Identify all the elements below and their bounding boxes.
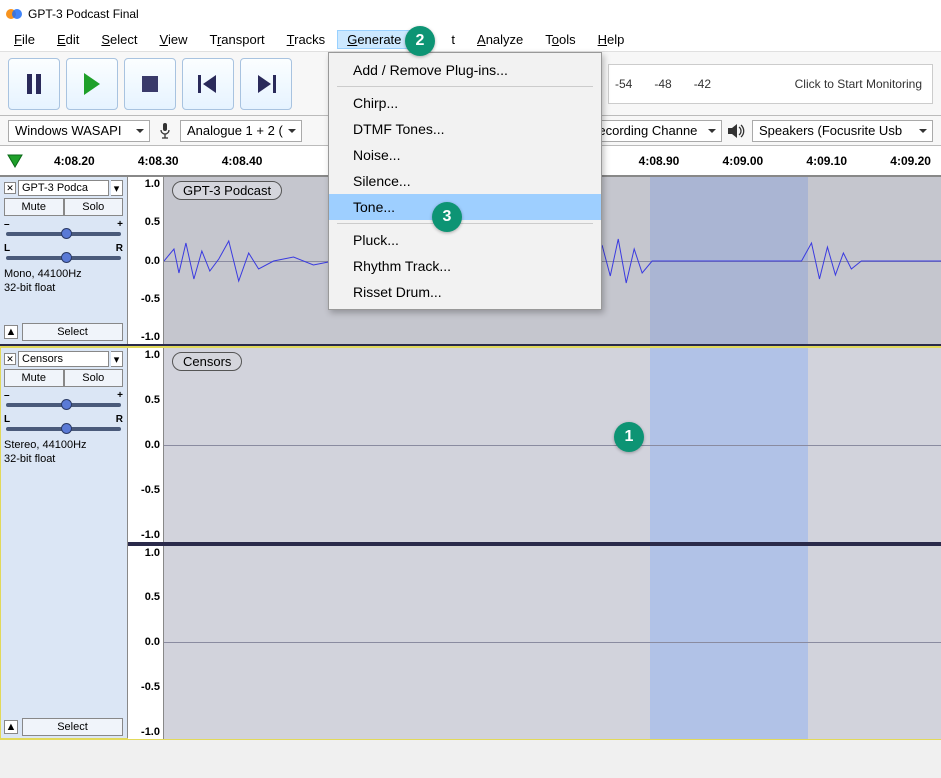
annotation-marker-3: 3 (432, 202, 462, 232)
track-format: Mono, 44100Hz (4, 267, 123, 281)
audio-host-combo[interactable]: Windows WASAPI (8, 120, 150, 142)
track-bitdepth: 32-bit float (4, 452, 123, 466)
skip-start-button[interactable] (182, 58, 234, 110)
menu-tracks[interactable]: Tracks (277, 30, 336, 49)
mute-button[interactable]: Mute (4, 198, 64, 216)
vertical-ruler: 1.0 0.5 0.0 -0.5 -1.0 (128, 546, 164, 740)
speaker-icon (728, 122, 746, 140)
recording-channels-combo[interactable]: Recording Channe (582, 120, 722, 142)
menu-select[interactable]: Select (91, 30, 147, 49)
track-bitdepth: 32-bit float (4, 281, 123, 295)
menu-analyze[interactable]: Analyze (467, 30, 533, 49)
menu-item-dtmf[interactable]: DTMF Tones... (329, 116, 601, 142)
time-tick: 4:08.20 (54, 154, 95, 168)
playhead-icon[interactable] (6, 153, 24, 169)
pan-slider[interactable] (6, 427, 121, 431)
track-name-field[interactable]: GPT-3 Podca (18, 180, 109, 196)
generate-menu-dropdown: Add / Remove Plug-ins... Chirp... DTMF T… (328, 52, 602, 310)
gain-slider[interactable] (6, 403, 121, 407)
titlebar: GPT-3 Podcast Final (0, 0, 941, 28)
meter-tick: -42 (694, 77, 711, 91)
mute-button[interactable]: Mute (4, 369, 64, 387)
clip-label[interactable]: Censors (172, 352, 242, 371)
menu-help[interactable]: Help (588, 30, 635, 49)
menu-item-silence[interactable]: Silence... (329, 168, 601, 194)
track-control-panel: ✕ Censors ▾ Mute Solo –+ LR Stereo, 4410… (0, 348, 128, 739)
time-tick: 4:08.90 (639, 154, 680, 168)
vertical-ruler: 1.0 0.5 0.0 -0.5 -1.0 (128, 348, 164, 542)
app-logo-icon (6, 6, 22, 22)
close-track-button[interactable]: ✕ (4, 353, 16, 365)
track-name-field[interactable]: Censors (18, 351, 109, 367)
track-format: Stereo, 44100Hz (4, 438, 123, 452)
menu-item-pluck[interactable]: Pluck... (329, 227, 601, 253)
time-tick: 4:08.30 (138, 154, 179, 168)
menu-item-tone[interactable]: Tone... (329, 194, 601, 220)
track-menu-button[interactable]: ▾ (111, 180, 123, 196)
waveform-canvas-right[interactable] (164, 546, 941, 740)
menu-generate[interactable]: Generate (337, 30, 411, 49)
menu-tools[interactable]: Tools (535, 30, 585, 49)
menu-edit[interactable]: Edit (47, 30, 89, 49)
menu-file[interactable]: File (4, 30, 45, 49)
select-track-button[interactable]: Select (22, 323, 123, 341)
menubar: File Edit Select View Transport Tracks G… (0, 28, 941, 52)
collapse-button[interactable]: ▲ (4, 720, 18, 734)
skip-end-button[interactable] (240, 58, 292, 110)
select-track-button[interactable]: Select (22, 718, 123, 736)
menu-item-add-remove-plugins[interactable]: Add / Remove Plug-ins... (329, 57, 601, 83)
menu-view[interactable]: View (150, 30, 198, 49)
time-tick: 4:09.20 (890, 154, 931, 168)
window-title: GPT-3 Podcast Final (28, 7, 139, 21)
annotation-marker-1: 1 (614, 422, 644, 452)
recording-meter[interactable]: -54 -48 -42 Click to Start Monitoring (608, 64, 933, 104)
solo-button[interactable]: Solo (64, 198, 124, 216)
menu-item-rhythm[interactable]: Rhythm Track... (329, 253, 601, 279)
play-button[interactable] (66, 58, 118, 110)
stop-button[interactable] (124, 58, 176, 110)
pause-button[interactable] (8, 58, 60, 110)
close-track-button[interactable]: ✕ (4, 182, 16, 194)
menu-item-risset[interactable]: Risset Drum... (329, 279, 601, 305)
track-menu-button[interactable]: ▾ (111, 351, 123, 367)
playback-device-combo[interactable]: Speakers (Focusrite Usb (752, 120, 933, 142)
collapse-button[interactable]: ▲ (4, 325, 18, 339)
annotation-marker-2: 2 (405, 26, 435, 56)
time-tick: 4:09.00 (723, 154, 764, 168)
pan-slider[interactable] (6, 256, 121, 260)
vertical-ruler: 1.0 0.5 0.0 -0.5 -1.0 (128, 177, 164, 344)
mic-icon (156, 122, 174, 140)
menu-item-chirp[interactable]: Chirp... (329, 90, 601, 116)
waveform-canvas-left[interactable]: Censors (164, 348, 941, 542)
clip-label[interactable]: GPT-3 Podcast (172, 181, 282, 200)
time-tick: 4:09.10 (806, 154, 847, 168)
meter-monitor-text: Click to Start Monitoring (791, 77, 926, 91)
meter-tick: -54 (615, 77, 632, 91)
time-tick: 4:08.40 (222, 154, 263, 168)
gain-slider[interactable] (6, 232, 121, 236)
menu-item-noise[interactable]: Noise... (329, 142, 601, 168)
menu-transport[interactable]: Transport (199, 30, 274, 49)
meter-tick: -48 (654, 77, 671, 91)
recording-device-combo[interactable]: Analogue 1 + 2 ( (180, 120, 302, 142)
solo-button[interactable]: Solo (64, 369, 124, 387)
track-control-panel: ✕ GPT-3 Podca ▾ Mute Solo –+ LR Mono, 44… (0, 177, 128, 344)
track-censors: ✕ Censors ▾ Mute Solo –+ LR Stereo, 4410… (0, 347, 941, 739)
